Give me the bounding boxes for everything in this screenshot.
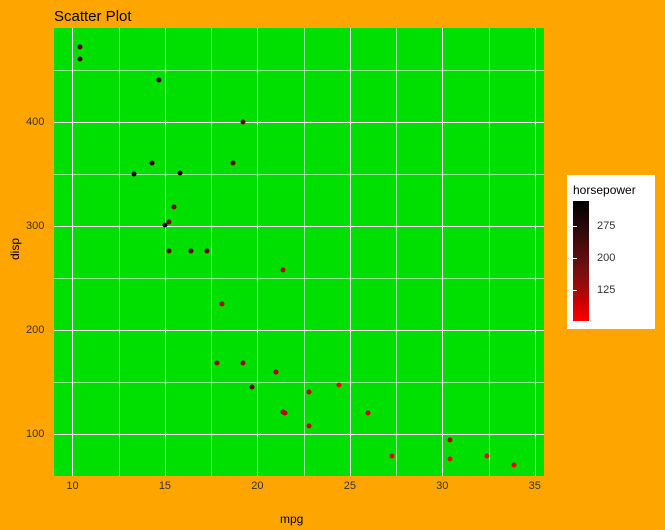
x-axis-label: mpg: [280, 512, 303, 526]
data-point: [281, 267, 286, 272]
legend-tick-label: 200: [597, 252, 615, 264]
x-tick-label: 35: [529, 480, 541, 492]
color-legend: horsepower 125 200 275: [567, 175, 655, 329]
data-point: [177, 170, 182, 175]
data-point: [205, 248, 210, 253]
y-tick-label: 300: [26, 220, 44, 232]
data-point: [77, 44, 82, 49]
y-tick-label: 400: [26, 116, 44, 128]
data-point: [240, 361, 245, 366]
data-point: [366, 411, 371, 416]
data-point: [77, 57, 82, 62]
legend-colorbar: [573, 201, 589, 321]
data-point: [447, 457, 452, 462]
data-point: [150, 161, 155, 166]
data-point: [240, 119, 245, 124]
chart-container: Scatter Plot disp mpg 10 15 20 25 30 35 100 20…: [0, 0, 665, 530]
legend-tick-label: 125: [597, 284, 615, 296]
data-point: [220, 302, 225, 307]
x-tick-label: 10: [66, 480, 78, 492]
data-point: [281, 410, 286, 415]
y-tick-label: 200: [26, 324, 44, 336]
y-axis-label: disp: [8, 238, 22, 260]
data-point: [249, 385, 254, 390]
data-point: [214, 361, 219, 366]
legend-tick-label: 275: [597, 220, 615, 232]
data-point: [166, 248, 171, 253]
plot-panel: [54, 28, 544, 476]
y-tick-label: 100: [26, 428, 44, 440]
data-point: [273, 369, 278, 374]
data-point: [188, 248, 193, 253]
legend-scale: 125 200 275: [573, 201, 649, 321]
data-point: [336, 383, 341, 388]
legend-ticks: 125 200 275: [593, 201, 633, 321]
data-point: [231, 161, 236, 166]
data-point: [390, 454, 395, 459]
data-point: [172, 205, 177, 210]
x-tick-label: 25: [344, 480, 356, 492]
data-point: [131, 171, 136, 176]
data-point: [484, 454, 489, 459]
data-point: [447, 437, 452, 442]
data-point: [307, 423, 312, 428]
legend-title: horsepower: [573, 183, 649, 197]
data-point: [307, 389, 312, 394]
x-tick-label: 30: [436, 480, 448, 492]
x-tick-label: 20: [251, 480, 263, 492]
chart-title: Scatter Plot: [54, 8, 132, 25]
data-point: [512, 462, 517, 467]
data-point: [162, 222, 167, 227]
x-tick-label: 15: [159, 480, 171, 492]
data-point: [157, 78, 162, 83]
